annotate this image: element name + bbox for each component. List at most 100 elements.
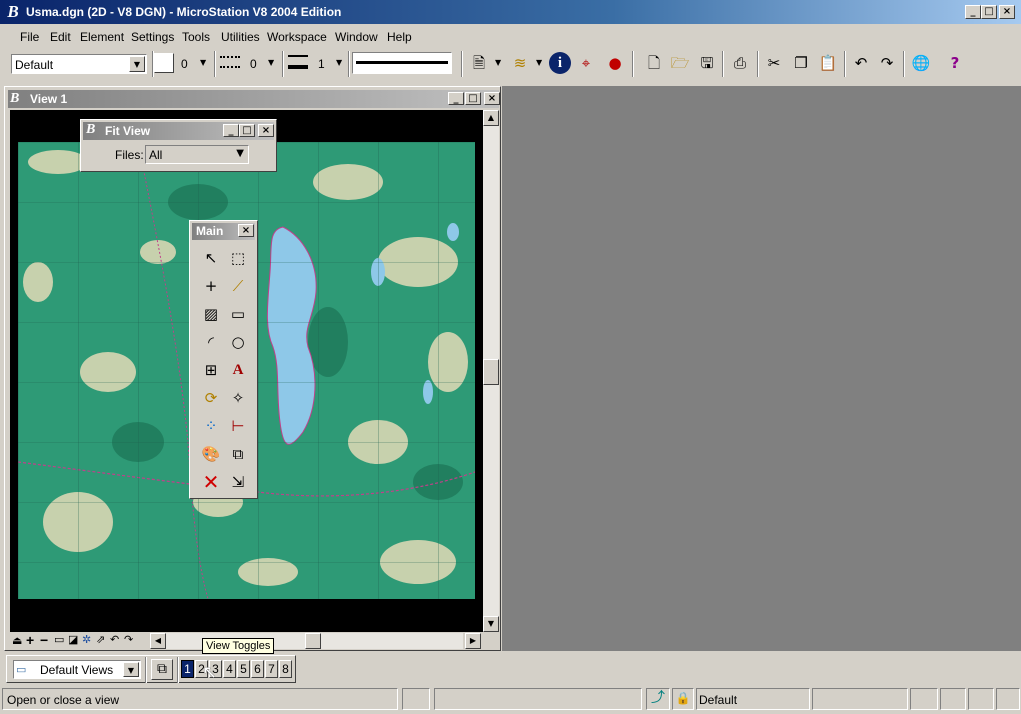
view-toggle-7[interactable]: 7 xyxy=(265,660,278,678)
new-file-icon[interactable]: 🗋 xyxy=(643,52,665,74)
chevron-down-icon[interactable]: ▼ xyxy=(129,56,145,72)
move-icon[interactable]: ⧉ xyxy=(225,441,251,467)
scroll-up-icon[interactable]: ▲ xyxy=(483,110,499,126)
render-icon[interactable]: ● xyxy=(604,52,626,74)
vertical-scrollbar[interactable]: ▲ ▼ xyxy=(483,110,499,632)
copy-element-icon[interactable]: ⁘ xyxy=(198,413,224,439)
select-element-icon[interactable]: ↖ xyxy=(198,245,224,271)
hatch-icon[interactable]: ▨ xyxy=(198,301,224,327)
zoom-out-icon[interactable]: − xyxy=(40,632,48,648)
close-icon[interactable]: × xyxy=(238,224,254,237)
close-icon[interactable]: × xyxy=(258,124,274,137)
menu-tools[interactable]: Tools xyxy=(182,30,210,44)
save-icon[interactable]: 🖫 xyxy=(696,52,718,74)
scale-icon[interactable]: ⇲ xyxy=(225,469,251,495)
snap-mode-icon[interactable]: ⤴ xyxy=(646,688,670,710)
menu-settings[interactable]: Settings xyxy=(131,30,174,44)
files-combo[interactable]: All ▼ xyxy=(145,145,249,164)
menu-element[interactable]: Element xyxy=(80,30,124,44)
h-scroll-thumb[interactable] xyxy=(305,633,321,649)
cut-icon[interactable]: ✂ xyxy=(763,52,785,74)
circle-icon[interactable]: ○ xyxy=(225,329,251,355)
close-icon[interactable]: × xyxy=(484,92,500,105)
fit-view-dialog[interactable]: B Fit View _ □ × Files: All ▼ xyxy=(80,119,277,172)
line-weight-icon[interactable] xyxy=(288,55,308,69)
line-preview[interactable] xyxy=(352,52,452,74)
rectangle-icon[interactable]: ▭ xyxy=(225,301,251,327)
key-in-icon[interactable]: 🗎 xyxy=(468,52,490,74)
open-file-icon[interactable]: 🗁 xyxy=(669,52,691,74)
scroll-right-icon[interactable]: ▶ xyxy=(465,633,481,649)
cell-icon[interactable]: ⟳ xyxy=(198,385,224,411)
chevron-down-icon[interactable]: ▼ xyxy=(495,58,501,67)
rotate-icon[interactable]: ✲ xyxy=(82,633,91,646)
update-icon[interactable]: ⏏ xyxy=(12,634,22,647)
menu-workspace[interactable]: Workspace xyxy=(267,30,327,44)
view-toggle-8[interactable]: 8 xyxy=(279,660,292,678)
text-icon[interactable]: A xyxy=(225,357,251,383)
change-attributes-icon[interactable]: 🎨 xyxy=(198,441,224,467)
menu-utilities[interactable]: Utilities xyxy=(221,30,260,44)
print-icon[interactable]: ⎙ xyxy=(729,52,751,74)
undo-icon[interactable]: ↶ xyxy=(850,52,872,74)
view-toggle-4[interactable]: 4 xyxy=(223,660,236,678)
redo-icon[interactable]: ↷ xyxy=(876,52,898,74)
main-tool-palette[interactable]: Main × ↖ ⬚ + ⟋ ▨ ▭ ◜ ○ ⊞ A ⟳ ✧ ⁘ ⊢ 🎨 ⧉ ✕… xyxy=(189,220,258,499)
delete-icon[interactable]: ✕ xyxy=(198,469,224,495)
menu-window[interactable]: Window xyxy=(335,30,378,44)
close-icon[interactable]: × xyxy=(999,5,1015,19)
menu-file[interactable]: File xyxy=(20,30,39,44)
menu-edit[interactable]: Edit xyxy=(50,30,71,44)
app-title-bar[interactable]: B Usma.dgn (2D - V8 DGN) - MicroStation … xyxy=(0,0,1021,24)
chevron-down-icon[interactable]: ▼ xyxy=(236,148,244,159)
minimize-icon[interactable]: _ xyxy=(448,92,464,105)
color-swatch[interactable] xyxy=(154,53,174,73)
maximize-icon[interactable]: □ xyxy=(981,5,997,19)
undo-view-icon[interactable]: ↶ xyxy=(110,633,119,646)
chevron-down-icon[interactable]: ▼ xyxy=(123,662,139,677)
scroll-left-icon[interactable]: ◀ xyxy=(150,633,166,649)
menu-help[interactable]: Help xyxy=(387,30,412,44)
chevron-down-icon[interactable]: ▼ xyxy=(336,58,342,67)
element-info-icon[interactable]: i xyxy=(549,52,571,74)
paste-icon[interactable]: 📋 xyxy=(817,52,839,74)
fit-view-icon[interactable]: ◪ xyxy=(68,633,78,646)
lock-icon[interactable]: 🔒 xyxy=(672,688,694,710)
fence-icon[interactable]: ⬚ xyxy=(225,245,251,271)
minimize-icon[interactable]: _ xyxy=(223,124,239,137)
view-toggle-5[interactable]: 5 xyxy=(237,660,250,678)
view-toggle-6[interactable]: 6 xyxy=(251,660,264,678)
scroll-down-icon[interactable]: ▼ xyxy=(483,616,499,632)
chevron-down-icon[interactable]: ▼ xyxy=(200,58,206,67)
main-palette-title-bar[interactable]: Main × xyxy=(192,223,255,240)
smartline-icon[interactable]: ⟋ xyxy=(225,273,251,299)
minimize-icon[interactable]: _ xyxy=(965,5,981,19)
redo-view-icon[interactable]: ↷ xyxy=(124,633,133,646)
level-combo[interactable]: Default ▼ xyxy=(11,54,147,74)
view-title-bar[interactable]: B View 1 _ □ × xyxy=(8,90,500,108)
accusnap-icon[interactable]: ⌖ xyxy=(575,52,597,74)
scroll-thumb[interactable] xyxy=(483,359,499,385)
window-tile-icon[interactable]: ⧉ xyxy=(151,659,173,680)
measure-icon[interactable]: ✧ xyxy=(225,385,251,411)
modify-icon[interactable]: ⊢ xyxy=(225,413,251,439)
place-point-icon[interactable]: + xyxy=(198,273,224,299)
chevron-down-icon[interactable]: ▼ xyxy=(268,58,274,67)
status-level-panel[interactable]: Default xyxy=(696,688,810,710)
dimension-icon[interactable]: ⊞ xyxy=(198,357,224,383)
maximize-icon[interactable]: □ xyxy=(239,124,255,137)
saved-views-combo[interactable]: ▭ Default Views ▼ xyxy=(13,660,141,679)
chevron-down-icon[interactable]: ▼ xyxy=(536,58,542,67)
view-toggle-1[interactable]: 1 xyxy=(181,660,194,678)
zoom-in-icon[interactable]: + xyxy=(26,632,34,648)
copy-icon[interactable]: ❐ xyxy=(790,52,812,74)
fit-view-title-bar[interactable]: B Fit View _ □ × xyxy=(83,122,274,140)
line-style-icon[interactable] xyxy=(220,56,240,68)
level-display-icon[interactable]: ≋ xyxy=(509,52,531,74)
pan-icon[interactable]: ⇗ xyxy=(96,633,105,646)
window-area-icon[interactable]: ▭ xyxy=(54,633,64,646)
maximize-icon[interactable]: □ xyxy=(465,92,481,105)
help-icon[interactable]: ? xyxy=(944,52,966,74)
globe-icon[interactable]: 🌐 xyxy=(910,52,932,74)
arc-icon[interactable]: ◜ xyxy=(198,329,224,355)
